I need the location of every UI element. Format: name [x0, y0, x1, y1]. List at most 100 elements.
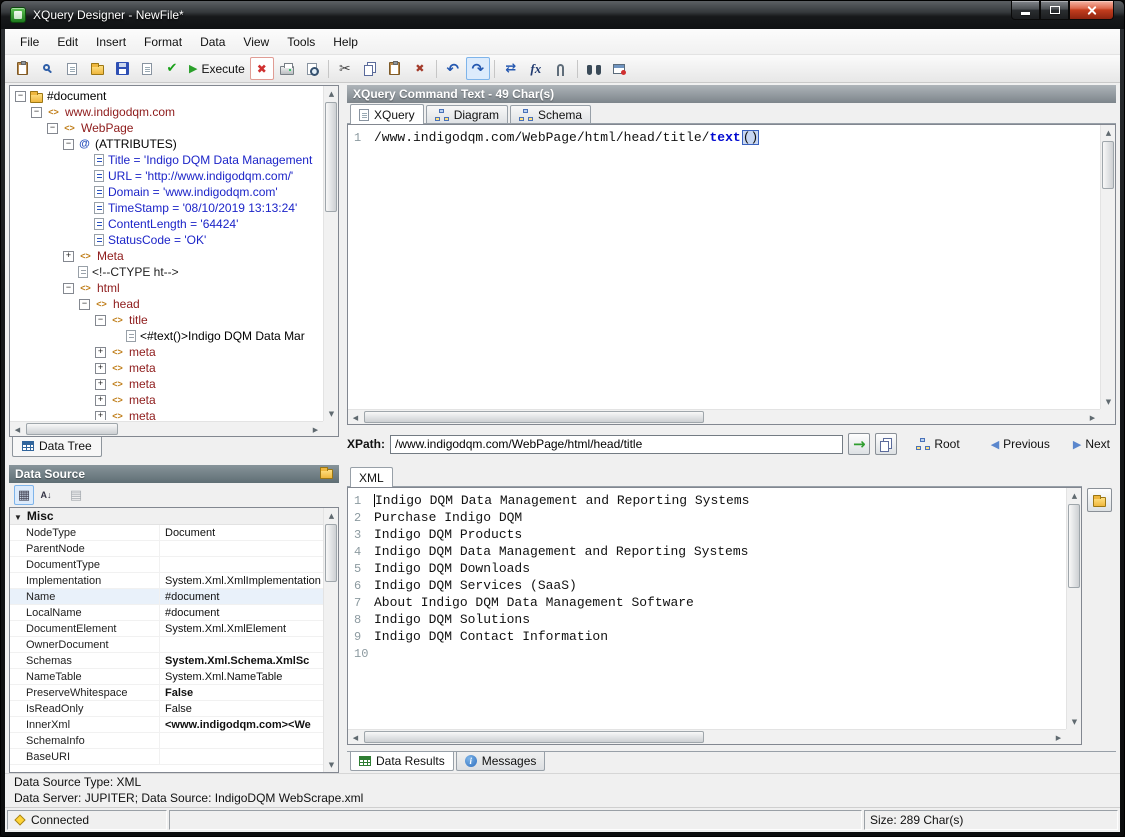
tree-node-comment[interactable]: <!--CTYPE ht--> — [11, 264, 322, 280]
cut-button[interactable] — [333, 57, 357, 80]
property-row[interactable]: IsReadOnlyFalse — [10, 701, 323, 717]
tree-node-text[interactable]: <#text()>Indigo DQM Data Mar — [11, 328, 322, 344]
property-row[interactable]: ParentNode — [10, 541, 323, 557]
scroll-down-arrow[interactable] — [1067, 714, 1082, 729]
maximize-button[interactable] — [1040, 1, 1069, 20]
collapse-icon[interactable] — [79, 299, 90, 310]
tree-node-document[interactable]: #document — [11, 88, 322, 104]
xpath-copy-button[interactable] — [875, 433, 897, 455]
expand-icon[interactable] — [95, 379, 106, 390]
property-row[interactable]: DocumentType — [10, 557, 323, 573]
menu-data[interactable]: Data — [191, 31, 234, 53]
scroll-up-arrow[interactable] — [1101, 125, 1116, 140]
tree-node-meta[interactable]: meta — [11, 392, 322, 408]
tree-horizontal-scrollbar[interactable] — [10, 421, 323, 436]
panel-splitter[interactable] — [339, 85, 347, 773]
schema-window-button[interactable] — [607, 57, 631, 80]
property-row[interactable]: PreserveWhitespaceFalse — [10, 685, 323, 701]
alphabetical-sort-button[interactable]: A↓ — [36, 485, 56, 505]
tree-node-html[interactable]: html — [11, 280, 322, 296]
tab-messages[interactable]: Messages — [456, 752, 546, 771]
print-button[interactable] — [275, 57, 299, 80]
tree-node-attributes[interactable]: (ATTRIBUTES) — [11, 136, 322, 152]
collapse-icon[interactable] — [31, 107, 42, 118]
code-line[interactable]: 1 /www.indigodqm.com/WebPage/html/head/t… — [348, 129, 1099, 146]
property-grid[interactable]: Misc NodeTypeDocument ParentNode Documen… — [9, 507, 339, 773]
tree-node-meta[interactable]: meta — [11, 376, 322, 392]
tree-node-attr-domain[interactable]: Domain = 'www.indigodqm.com' — [11, 184, 322, 200]
function-button[interactable]: fx — [524, 57, 548, 80]
export-document-button[interactable] — [135, 57, 159, 80]
expand-icon[interactable] — [95, 395, 106, 406]
tree-node-attr-timestamp[interactable]: TimeStamp = '08/10/2019 13:13:24' — [11, 200, 322, 216]
menu-tools[interactable]: Tools — [278, 31, 324, 53]
collapse-icon[interactable] — [63, 283, 74, 294]
property-pages-button[interactable] — [66, 485, 86, 505]
scroll-thumb[interactable] — [1102, 141, 1114, 189]
title-bar[interactable]: XQuery Designer - NewFile* — [1, 1, 1124, 29]
collapse-icon[interactable] — [15, 91, 26, 102]
tree-node-attr-title[interactable]: Title = 'Indigo DQM Data Management — [11, 152, 322, 168]
new-file-button[interactable] — [60, 57, 84, 80]
results-vertical-scrollbar[interactable] — [1066, 488, 1081, 729]
scroll-down-arrow[interactable] — [1101, 394, 1116, 409]
browse-file-button[interactable] — [1087, 488, 1112, 512]
result-line[interactable]: 9Indigo DQM Contact Information — [348, 628, 1065, 645]
property-row[interactable]: LocalName#document — [10, 605, 323, 621]
editor-vertical-scrollbar[interactable] — [1100, 125, 1115, 409]
copy-button[interactable] — [358, 57, 382, 80]
editor-horizontal-scrollbar[interactable] — [348, 409, 1100, 424]
stop-button[interactable] — [250, 57, 274, 80]
menu-view[interactable]: View — [234, 31, 278, 53]
property-row[interactable]: SchemaInfo — [10, 733, 323, 749]
menu-file[interactable]: File — [11, 31, 48, 53]
categorized-view-button[interactable] — [14, 485, 34, 505]
scroll-thumb[interactable] — [325, 524, 337, 582]
scroll-up-arrow[interactable] — [324, 508, 339, 523]
scroll-thumb[interactable] — [1068, 504, 1080, 588]
tab-data-results[interactable]: Data Results — [350, 752, 454, 771]
expand-icon[interactable] — [95, 363, 106, 374]
close-button[interactable] — [1069, 1, 1114, 20]
search-button[interactable] — [35, 57, 59, 80]
scroll-thumb[interactable] — [325, 102, 337, 212]
scroll-left-arrow[interactable] — [348, 410, 363, 425]
property-row[interactable]: InnerXml<www.indigodqm.com><We — [10, 717, 323, 733]
menu-format[interactable]: Format — [135, 31, 191, 53]
tree-node-attr-url[interactable]: URL = 'http://www.indigodqm.com/' — [11, 168, 322, 184]
result-line[interactable]: 10 — [348, 645, 1065, 662]
scroll-thumb[interactable] — [26, 423, 118, 435]
execute-button[interactable]: Execute — [185, 57, 249, 80]
validate-button[interactable] — [160, 57, 184, 80]
data-source-header-icon[interactable] — [320, 469, 333, 479]
xml-results-editor[interactable]: 1Indigo DQM Data Management and Reportin… — [347, 487, 1082, 745]
tree-node-title[interactable]: title — [11, 312, 322, 328]
property-row-selected[interactable]: Name#document — [10, 589, 323, 605]
results-horizontal-scrollbar[interactable] — [348, 729, 1066, 744]
expand-icon[interactable] — [95, 347, 106, 358]
transform-button[interactable] — [499, 57, 523, 80]
result-line[interactable]: 8Indigo DQM Solutions — [348, 611, 1065, 628]
redo-button[interactable] — [466, 57, 490, 80]
undo-button[interactable] — [441, 57, 465, 80]
result-line[interactable]: 1Indigo DQM Data Management and Reportin… — [348, 492, 1065, 509]
result-line[interactable]: 2Purchase Indigo DQM — [348, 509, 1065, 526]
scroll-down-arrow[interactable] — [324, 406, 339, 421]
tree-node-meta[interactable]: meta — [11, 408, 322, 420]
property-row[interactable]: DocumentElementSystem.Xml.XmlElement — [10, 621, 323, 637]
xpath-input[interactable] — [390, 435, 843, 454]
category-misc[interactable]: Misc — [10, 508, 323, 525]
menu-insert[interactable]: Insert — [87, 31, 135, 53]
collapse-icon[interactable] — [95, 315, 106, 326]
property-row[interactable]: OwnerDocument — [10, 637, 323, 653]
menu-edit[interactable]: Edit — [48, 31, 87, 53]
category-collapse-icon[interactable] — [14, 509, 22, 523]
tab-diagram[interactable]: Diagram — [426, 105, 508, 123]
expand-icon[interactable] — [63, 251, 74, 262]
tab-schema[interactable]: Schema — [510, 105, 591, 123]
scroll-right-arrow[interactable] — [1085, 410, 1100, 425]
tree-node-meta[interactable]: meta — [11, 360, 322, 376]
tab-xml[interactable]: XML — [350, 467, 393, 487]
menu-help[interactable]: Help — [324, 31, 367, 53]
paste-button[interactable] — [383, 57, 407, 80]
